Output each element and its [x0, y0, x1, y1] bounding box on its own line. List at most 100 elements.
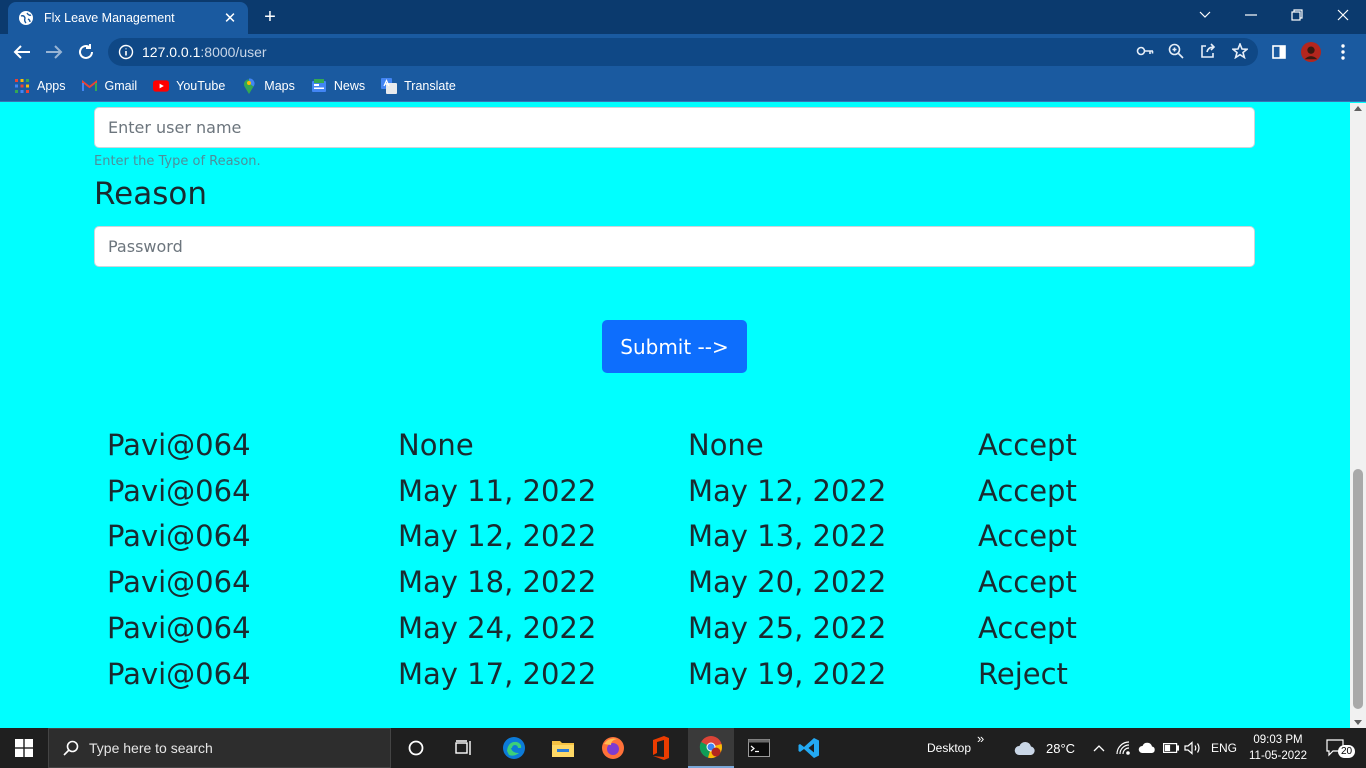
wifi-icon[interactable] — [1113, 728, 1135, 768]
record-to-date: May 20, 2022 — [688, 565, 887, 600]
bookmark-maps[interactable]: Maps — [241, 77, 295, 94]
bookmark-label: Gmail — [104, 78, 138, 93]
bookmark-apps[interactable]: Apps — [14, 78, 66, 94]
restore-icon[interactable] — [1274, 0, 1320, 30]
tab-search-chevron-icon[interactable] — [1182, 0, 1228, 30]
bookmark-translate[interactable]: Translate — [381, 77, 456, 94]
record-to-date: May 13, 2022 — [688, 519, 887, 554]
task-view-icon[interactable] — [441, 728, 487, 768]
record-user: Pavi@064 — [107, 611, 251, 646]
input-language[interactable]: ENG — [1211, 741, 1237, 755]
record-status: Accept — [978, 473, 1077, 508]
tray-chevron-up-icon[interactable] — [1087, 728, 1111, 768]
back-arrow-icon[interactable] — [10, 40, 34, 64]
weather-cloud-icon[interactable] — [1003, 728, 1047, 768]
scroll-down-arrow-icon[interactable] — [1354, 720, 1362, 725]
terminal-icon[interactable] — [736, 728, 782, 768]
record-from-date: May 18, 2022 — [398, 565, 597, 600]
weather-temperature[interactable]: 28°C — [1046, 741, 1075, 756]
zoom-icon[interactable] — [1167, 42, 1185, 60]
bookmark-label: Maps — [264, 78, 295, 93]
site-info-icon[interactable] — [118, 44, 134, 60]
taskbar-clock[interactable]: 09:03 PM 11-05-2022 — [1242, 732, 1314, 764]
windows-start-icon[interactable] — [0, 728, 48, 768]
bookmark-youtube[interactable]: YouTube — [153, 78, 225, 94]
desktop-toolbar-label[interactable]: Desktop — [927, 741, 971, 755]
volume-icon[interactable] — [1182, 728, 1204, 768]
bookmark-label: News — [333, 78, 366, 93]
record-from-date: May 24, 2022 — [398, 611, 597, 646]
share-icon[interactable] — [1199, 42, 1217, 60]
office-icon[interactable] — [638, 728, 684, 768]
url-path: :8000/user — [200, 44, 267, 60]
reason-heading: Reason — [94, 176, 207, 212]
chrome-icon[interactable] — [688, 728, 734, 768]
firefox-icon[interactable] — [590, 728, 636, 768]
scroll-up-arrow-icon[interactable] — [1354, 106, 1362, 111]
vscode-icon[interactable] — [786, 728, 832, 768]
cloud-sync-icon[interactable] — [1135, 728, 1159, 768]
record-status: Accept — [978, 427, 1077, 462]
record-status: Accept — [978, 519, 1077, 554]
clock-time: 09:03 PM — [1253, 734, 1303, 746]
taskbar-search-box[interactable]: Type here to search — [48, 728, 391, 768]
desktop-toolbar-chevron[interactable]: » — [977, 731, 984, 746]
key-icon[interactable] — [1136, 42, 1154, 60]
browser-toolbar: 127.0.0.1:8000/user — [0, 34, 1366, 70]
translate-icon — [381, 77, 398, 94]
taskbar-search-placeholder: Type here to search — [89, 740, 213, 756]
username-help-text: Enter the Type of Reason. — [94, 154, 261, 169]
bookmark-star-icon[interactable] — [1231, 42, 1249, 60]
scrollbar-thumb[interactable] — [1353, 469, 1363, 709]
news-icon — [311, 78, 327, 94]
close-window-icon[interactable] — [1320, 0, 1366, 30]
table-row: Pavi@064 None None Accept — [107, 422, 1267, 468]
record-from-date: May 11, 2022 — [398, 473, 597, 508]
record-status: Reject — [978, 656, 1068, 691]
tab-close-icon[interactable]: ✕ — [222, 9, 238, 27]
reason-input[interactable] — [94, 226, 1255, 267]
record-user: Pavi@064 — [107, 656, 251, 691]
record-user: Pavi@064 — [107, 519, 251, 554]
record-user: Pavi@064 — [107, 427, 251, 462]
record-from-date: May 17, 2022 — [398, 656, 597, 691]
browser-titlebar: Flx Leave Management ✕ + — [0, 0, 1366, 34]
record-from-date: None — [398, 427, 474, 462]
record-to-date: May 12, 2022 — [688, 473, 887, 508]
username-input[interactable] — [94, 107, 1255, 148]
reload-icon[interactable] — [74, 40, 98, 64]
record-to-date: May 25, 2022 — [688, 611, 887, 646]
browser-tab[interactable]: Flx Leave Management ✕ — [8, 2, 248, 34]
forward-arrow-icon[interactable] — [42, 40, 66, 64]
page-viewport: Enter the Type of Reason. Reason Submit … — [0, 103, 1350, 728]
bookmark-label: Translate — [404, 78, 456, 93]
bookmark-gmail[interactable]: Gmail — [82, 78, 138, 94]
table-row: Pavi@064 May 18, 2022 May 20, 2022 Accep… — [107, 559, 1267, 605]
profile-avatar-icon[interactable] — [1301, 42, 1321, 62]
new-tab-button[interactable]: + — [260, 6, 280, 28]
notification-center-icon[interactable]: 20 — [1318, 728, 1356, 768]
url-text: 127.0.0.1:8000/user — [142, 44, 267, 60]
bookmark-label: Apps — [37, 78, 66, 93]
edge-browser-icon[interactable] — [491, 728, 537, 768]
minimize-icon[interactable] — [1228, 0, 1274, 30]
submit-button[interactable]: Submit --> — [602, 320, 747, 373]
side-panel-icon[interactable] — [1269, 42, 1289, 62]
maps-icon — [241, 77, 257, 94]
table-row: Pavi@064 May 12, 2022 May 13, 2022 Accep… — [107, 514, 1267, 560]
table-row: Pavi@064 May 11, 2022 May 12, 2022 Accep… — [107, 468, 1267, 514]
bookmark-news[interactable]: News — [311, 78, 365, 94]
tab-title: Flx Leave Management — [44, 11, 175, 25]
bookmarks-bar: Apps Gmail YouTube Maps News Translate — [0, 70, 1366, 102]
cortana-icon[interactable] — [393, 728, 439, 768]
url-host: 127.0.0.1 — [142, 44, 201, 60]
file-explorer-icon[interactable] — [540, 728, 586, 768]
page-scrollbar[interactable] — [1350, 103, 1366, 728]
menu-kebab-icon[interactable] — [1333, 42, 1353, 62]
notification-count-badge: 20 — [1338, 745, 1356, 758]
gmail-icon — [82, 78, 98, 94]
battery-icon[interactable] — [1160, 728, 1182, 768]
record-status: Accept — [978, 611, 1077, 646]
youtube-icon — [153, 78, 170, 94]
address-bar[interactable]: 127.0.0.1:8000/user — [108, 38, 1258, 66]
